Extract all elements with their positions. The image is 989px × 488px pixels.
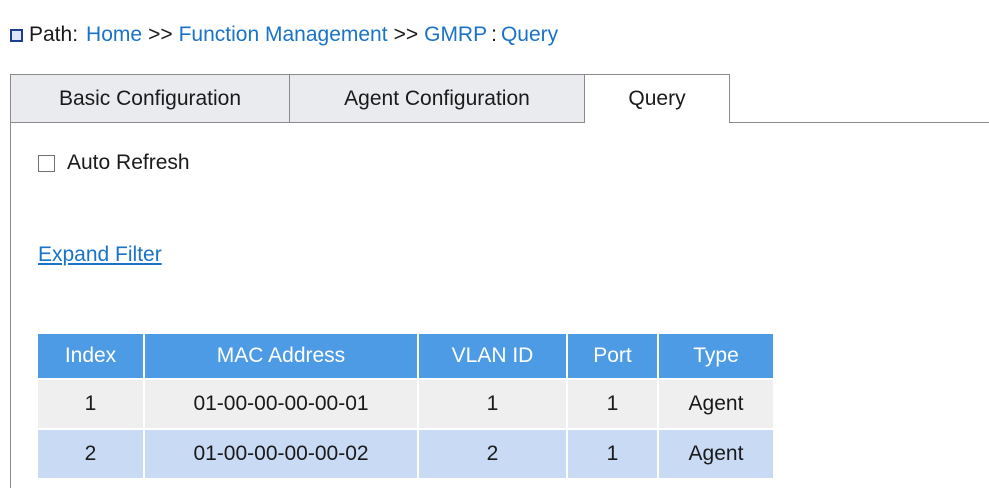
content-panel-border (10, 122, 11, 488)
table-header-row: Index MAC Address VLAN ID Port Type (38, 334, 773, 379)
cell-mac-address: 01-00-00-00-00-02 (144, 428, 419, 478)
breadcrumb-home[interactable]: Home (86, 23, 142, 47)
breadcrumb-gmrp[interactable]: GMRP (424, 23, 487, 47)
column-header-index: Index (38, 334, 145, 379)
breadcrumb: Path: Home >> Function Management >> GMR… (10, 20, 558, 50)
cell-type: Agent (658, 428, 773, 478)
column-header-vlan-id: VLAN ID (418, 334, 568, 379)
auto-refresh-label: Auto Refresh (67, 151, 190, 174)
auto-refresh-checkbox[interactable] (38, 154, 55, 172)
tab-bar: Basic Configuration Agent Configuration … (10, 74, 730, 123)
page-square-icon (10, 28, 23, 42)
table-row: 2 01-00-00-00-00-02 2 1 Agent (38, 428, 773, 478)
breadcrumb-separator: >> (148, 23, 173, 46)
cell-vlan-id: 1 (418, 378, 568, 429)
cell-port: 1 (567, 378, 659, 429)
cell-mac-address: 01-00-00-00-00-01 (144, 378, 419, 429)
breadcrumb-separator: >> (393, 23, 419, 46)
tab-agent-configuration[interactable]: Agent Configuration (289, 74, 585, 122)
path-label: Path: (29, 23, 79, 46)
auto-refresh-option[interactable]: Auto Refresh (38, 151, 190, 175)
cell-port: 1 (567, 428, 659, 478)
tab-basic-configuration[interactable]: Basic Configuration (10, 74, 290, 122)
table-row: 1 01-00-00-00-00-01 1 1 Agent (38, 378, 773, 429)
expand-filter-link[interactable]: Expand Filter (38, 243, 162, 267)
gmrp-query-table: Index MAC Address VLAN ID Port Type 1 01… (38, 334, 773, 478)
breadcrumb-function-management[interactable]: Function Management (179, 23, 388, 47)
column-header-type: Type (658, 334, 773, 379)
column-header-port: Port (567, 334, 659, 379)
breadcrumb-query[interactable]: Query (501, 23, 558, 47)
column-header-mac-address: MAC Address (144, 334, 419, 379)
cell-index: 2 (38, 428, 145, 478)
tab-query[interactable]: Query (584, 74, 730, 123)
cell-index: 1 (38, 378, 145, 429)
cell-vlan-id: 2 (418, 428, 568, 478)
cell-type: Agent (658, 378, 773, 429)
breadcrumb-colon: : (491, 23, 497, 46)
